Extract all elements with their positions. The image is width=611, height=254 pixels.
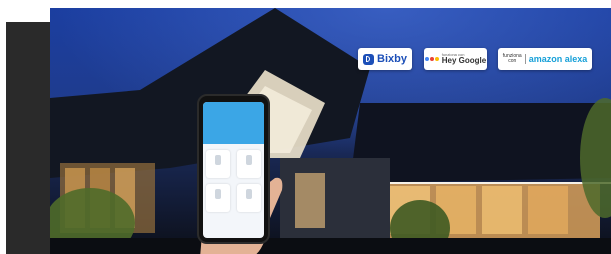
app-screen — [203, 102, 264, 238]
bixby-label: Bixby — [377, 53, 407, 65]
alexa-badge-prefix: funziona con — [503, 53, 526, 65]
device-tile — [206, 184, 231, 212]
left-dark-panel — [6, 22, 50, 254]
bixby-logo-icon — [363, 53, 375, 65]
smartphone — [197, 94, 270, 244]
device-tiles-row-1 — [203, 150, 264, 178]
hero-image-house-at-night: Bixby funziona con Hey Google funziona c… — [50, 8, 611, 254]
google-badge-label: Hey Google — [441, 56, 487, 65]
app-header — [203, 102, 264, 144]
hey-google-badge: funziona con Hey Google — [424, 48, 487, 70]
modern-house-illustration — [50, 8, 611, 254]
device-icon — [245, 189, 252, 199]
device-icon — [215, 189, 222, 199]
device-icon — [215, 155, 222, 165]
google-assistant-icon — [424, 57, 439, 61]
alexa-badge-label: amazon alexa — [528, 54, 588, 64]
alexa-prefix-line2: con — [508, 58, 517, 64]
device-tiles-row-2 — [203, 184, 264, 212]
device-tile — [206, 150, 231, 178]
device-tile — [236, 150, 261, 178]
device-tile — [236, 184, 261, 212]
device-icon — [245, 155, 252, 165]
amazon-alexa-badge: funziona con amazon alexa — [498, 48, 592, 70]
bixby-badge: Bixby — [358, 48, 412, 70]
